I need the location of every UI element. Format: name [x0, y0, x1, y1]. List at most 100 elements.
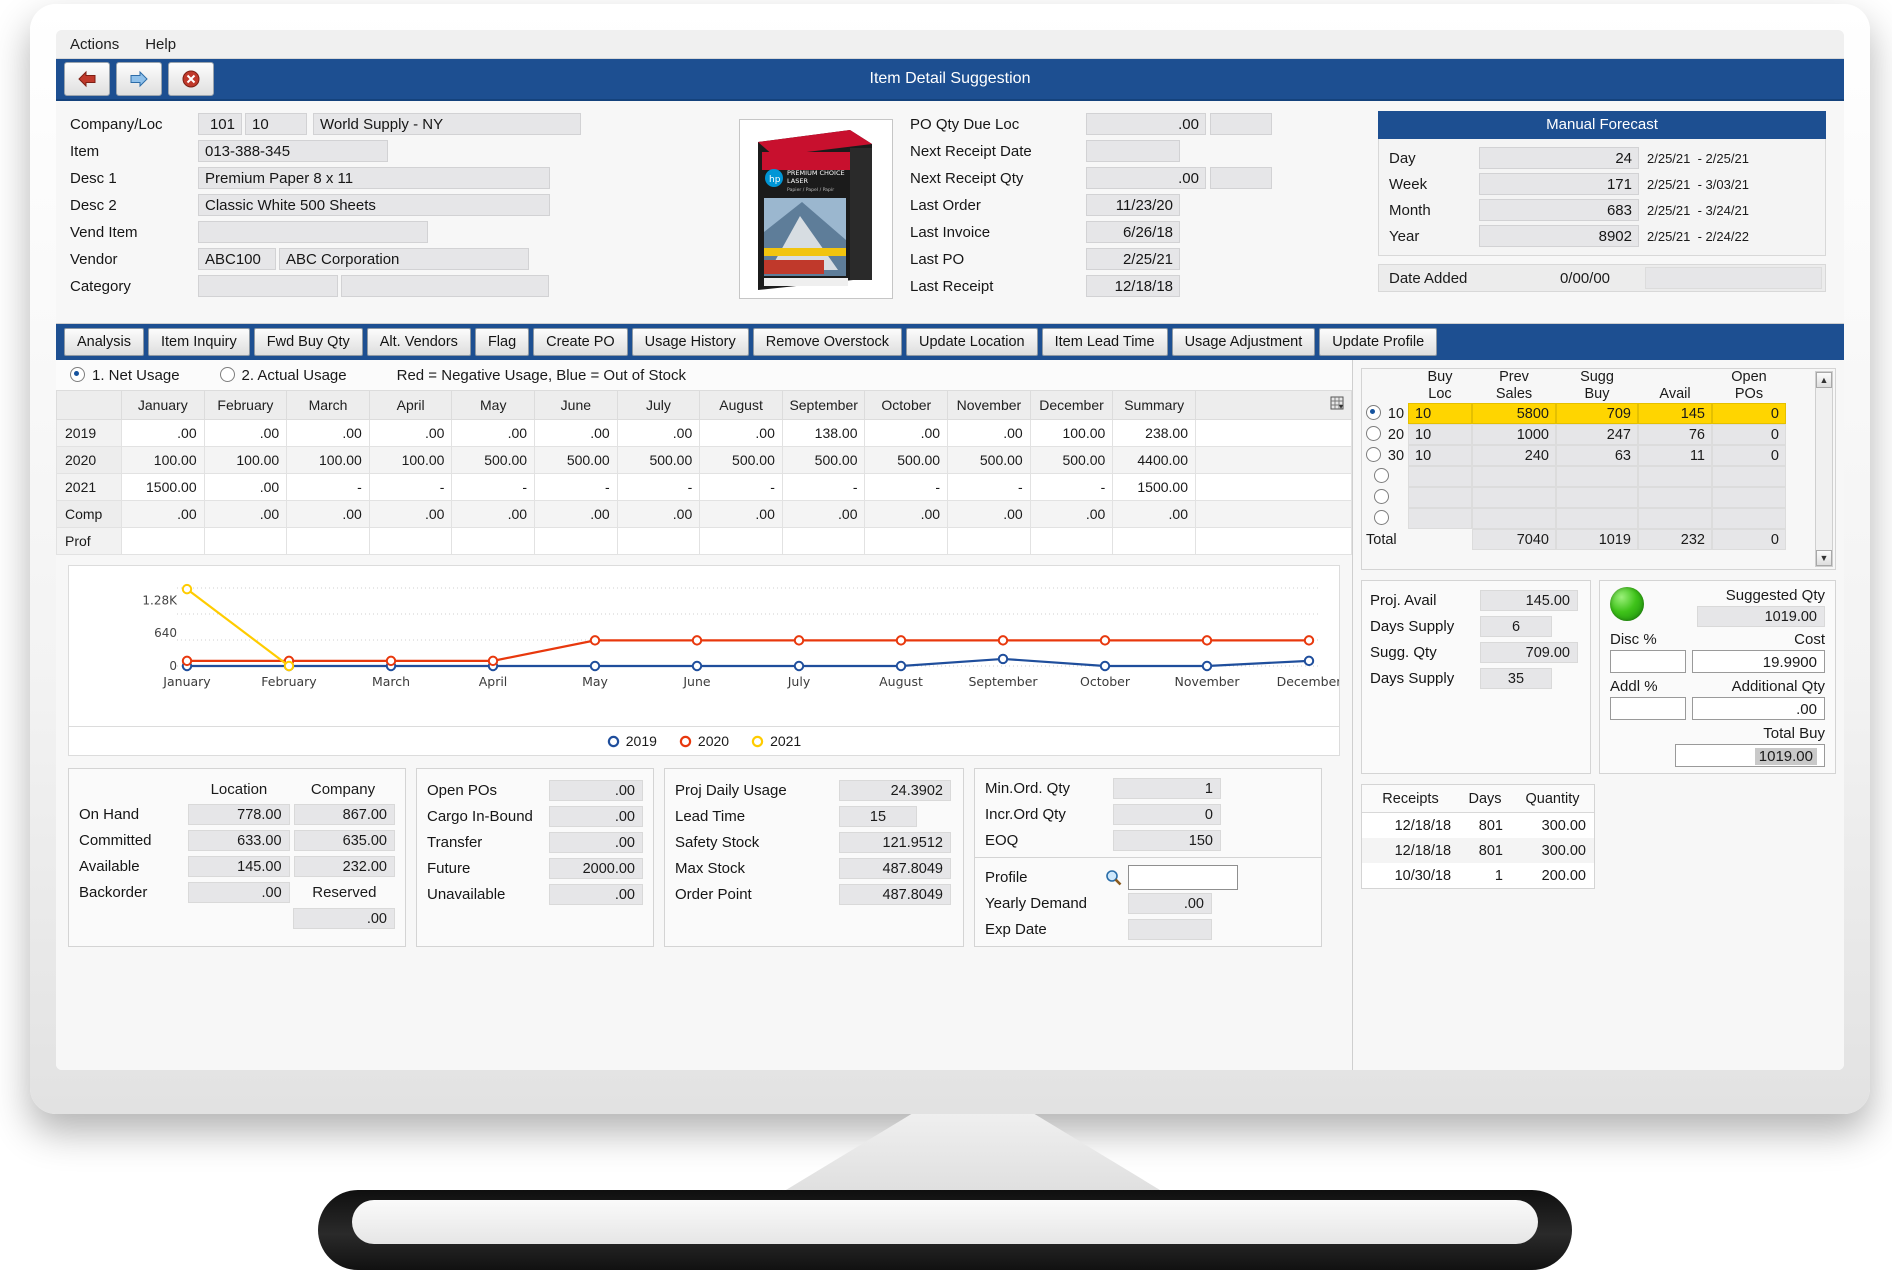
legend-item-2021[interactable]: 2021 [751, 733, 801, 749]
table-row[interactable] [1362, 466, 1786, 487]
row-exp-date: Exp Date [985, 916, 1311, 942]
usage-col-november: November [947, 390, 1031, 420]
forecast-month-value[interactable]: 683 [1479, 199, 1639, 221]
usage-cell-summary: 1500.00 [1112, 473, 1196, 501]
back-button[interactable] [64, 62, 110, 96]
disc-pct-input[interactable] [1610, 650, 1686, 673]
table-row[interactable]: Prof [56, 527, 1352, 555]
buy-loc-radio-empty[interactable] [1362, 508, 1408, 529]
table-row[interactable]: 12/18/18 801 300.00 [1362, 813, 1594, 839]
company-input[interactable]: 101 [198, 113, 242, 135]
row-eoq: EOQ 150 [985, 827, 1311, 853]
col-prev-sales: Prev Sales [1472, 369, 1556, 403]
tab-usage-adjustment[interactable]: Usage Adjustment [1171, 328, 1316, 356]
tab-usage-history[interactable]: Usage History [631, 328, 749, 356]
on-hand-company: 867.00 [293, 803, 395, 825]
tab-analysis[interactable]: Analysis [64, 328, 144, 356]
tab-create-po[interactable]: Create PO [533, 328, 628, 356]
usage-cell: 500.00 [1029, 446, 1114, 474]
table-row[interactable]: 10/30/18 1 200.00 [1362, 863, 1594, 888]
location-name-input[interactable]: World Supply - NY [313, 113, 581, 135]
legend-item-2019[interactable]: 2019 [607, 733, 657, 749]
usage-cell-summary: .00 [1112, 500, 1196, 528]
close-button[interactable] [168, 62, 214, 96]
table-row[interactable]: 12/18/18 801 300.00 [1362, 838, 1594, 863]
grid-settings-icon[interactable] [1195, 390, 1352, 420]
vendor-name-input[interactable]: ABC Corporation [279, 248, 529, 270]
label-addl-pct: Addl % [1610, 678, 1658, 695]
tab-remove-overstock[interactable]: Remove Overstock [752, 328, 903, 356]
addl-pct-input[interactable] [1610, 697, 1686, 720]
menu-actions[interactable]: Actions [70, 36, 119, 53]
usage-cell: .00 [864, 500, 949, 528]
category-name-input[interactable] [341, 275, 549, 297]
table-row[interactable]: 2020 100.00 100.00 100.00 100.00 500.00 … [56, 446, 1352, 474]
vendor-code-input[interactable]: ABC100 [198, 248, 276, 270]
tab-item-inquiry[interactable]: Item Inquiry [148, 328, 250, 356]
tab-item-lead-time[interactable]: Item Lead Time [1041, 328, 1168, 356]
cost-input[interactable]: 19.9900 [1692, 650, 1825, 673]
open-pos-cell: 0 [1712, 424, 1786, 445]
table-row[interactable]: 10 10 5800 709 145 0 [1362, 403, 1786, 424]
buy-loc-radio-empty[interactable] [1362, 466, 1408, 487]
forecast-week-value[interactable]: 171 [1479, 173, 1639, 195]
forecast-day-range: 2/25/21 - 2/25/21 [1647, 150, 1749, 166]
item-input[interactable]: 013-388-345 [198, 140, 388, 162]
desc1-input[interactable]: Premium Paper 8 x 11 [198, 167, 550, 189]
chart-xtick-label: May [582, 674, 608, 689]
prev-sales-cell: 1000 [1472, 424, 1556, 445]
receipt-qty: 300.00 [1541, 817, 1586, 834]
forecast-day-value[interactable]: 24 [1479, 147, 1639, 169]
radio-actual-usage[interactable]: 2. Actual Usage [219, 366, 347, 384]
scroll-up-arrow-icon[interactable]: ▲ [1816, 372, 1832, 388]
scroll-down-arrow-icon[interactable]: ▼ [1816, 550, 1832, 566]
table-row[interactable] [1362, 508, 1786, 529]
buy-grid-scrollbar[interactable]: ▲ ▼ [1815, 371, 1833, 567]
buy-loc-radio-30[interactable]: 30 [1362, 445, 1408, 466]
radio-icon [1374, 489, 1389, 504]
tab-fwd-buy-qty[interactable]: Fwd Buy Qty [253, 328, 363, 356]
buy-loc-radio-empty[interactable] [1362, 487, 1408, 508]
profile-input[interactable] [1128, 864, 1238, 890]
forecast-year-value[interactable]: 8902 [1479, 225, 1639, 247]
date-added-value[interactable]: 0/00/00 [1525, 269, 1645, 287]
usage-row-label: 2019 [56, 419, 122, 447]
additional-qty-input[interactable]: .00 [1692, 697, 1825, 720]
buy-loc-cell: 10 [1408, 424, 1472, 445]
forecast-year-from: 2/25/21 [1647, 228, 1691, 244]
magnifier-icon[interactable] [1105, 869, 1122, 886]
table-row[interactable]: 2019 .00 .00 .00 .00 .00 .00 .00 .00 138… [56, 419, 1352, 447]
tab-flag[interactable]: Flag [474, 328, 530, 356]
col-sugg-buy-l2: Buy [1584, 386, 1610, 402]
table-row[interactable]: Comp .00 .00 .00 .00 .00 .00 .00 .00 .00 [56, 500, 1352, 528]
tab-alt-vendors[interactable]: Alt. Vendors [366, 328, 471, 356]
table-row[interactable]: 2021 1500.00 .00 - - - - - - - - - - 150… [56, 473, 1352, 501]
forward-button[interactable] [116, 62, 162, 96]
next-receipt-date-value [1086, 140, 1180, 162]
location-input[interactable]: 10 [245, 113, 307, 135]
legend-item-2020[interactable]: 2020 [679, 733, 729, 749]
tab-update-profile[interactable]: Update Profile [1319, 328, 1438, 356]
col-sugg-buy: Sugg Buy [1556, 369, 1638, 403]
chart-legend: 2019 2020 2021 [68, 727, 1340, 756]
buy-loc-radio-20[interactable]: 20 [1362, 424, 1408, 445]
sugg-buy-cell [1556, 487, 1638, 508]
usage-cell: .00 [451, 419, 536, 447]
desc2-input[interactable]: Classic White 500 Sheets [198, 194, 550, 216]
tab-update-location[interactable]: Update Location [906, 328, 1038, 356]
category-code-input[interactable] [198, 275, 338, 297]
total-sugg-buy: 1019 [1556, 529, 1638, 550]
menu-help[interactable]: Help [145, 36, 176, 53]
vend-item-input[interactable] [198, 221, 428, 243]
label-next-receipt-qty: Next Receipt Qty [910, 169, 1024, 187]
buy-loc-radio-10[interactable]: 10 [1362, 403, 1408, 424]
chart-xtick-label: April [479, 674, 508, 689]
table-row[interactable]: 20 10 1000 247 76 0 [1362, 424, 1786, 445]
table-row[interactable] [1362, 487, 1786, 508]
usage-cell-end [1195, 527, 1352, 555]
table-row[interactable]: 30 10 240 63 11 0 [1362, 445, 1786, 466]
radio-net-usage[interactable]: 1. Net Usage [70, 366, 180, 384]
total-buy-input[interactable]: 1019.00 [1675, 744, 1825, 767]
chart-canvas: 0 640 1.28K January February March April May Ju… [142, 583, 1342, 689]
po-qty-due-loc-value: .00 [1086, 113, 1206, 135]
